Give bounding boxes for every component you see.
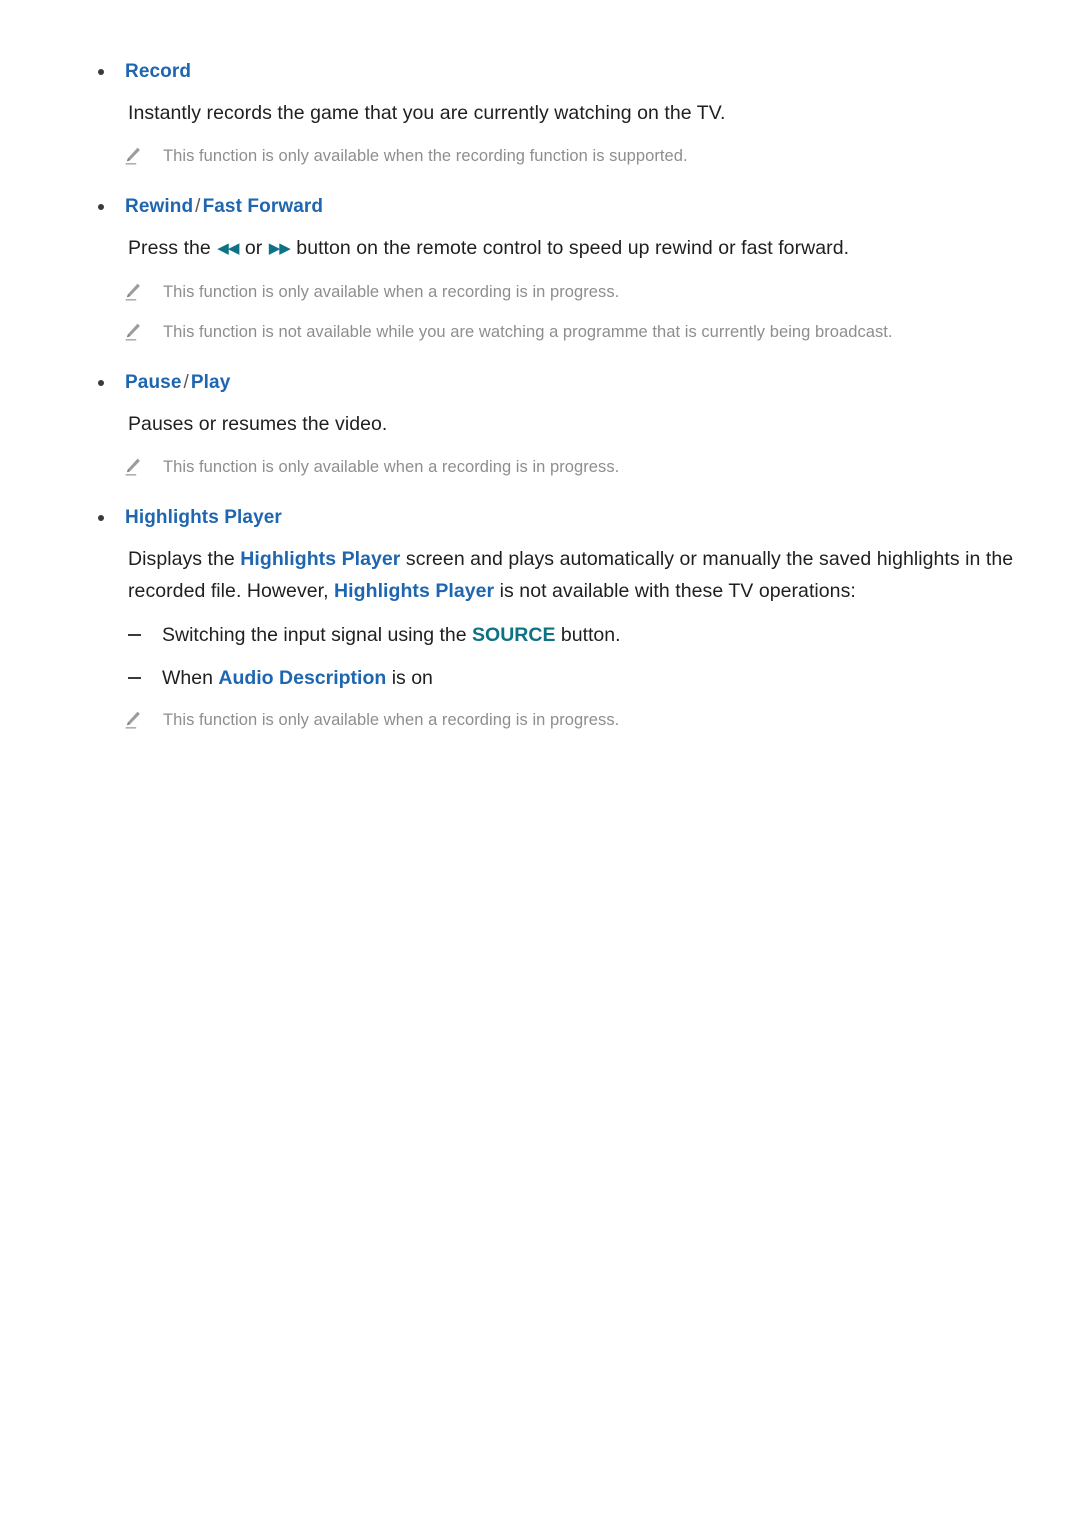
heading-label-fast-forward: Fast Forward (202, 196, 324, 217)
pencil-icon (122, 456, 144, 478)
note-text: This function is only available when a r… (163, 283, 620, 301)
pencil-icon (122, 145, 144, 167)
section-heading-pause-play: Pause / Play (0, 369, 1080, 397)
section-heading-highlights-player: Highlights Player (0, 504, 1080, 532)
heading-separator: / (183, 372, 189, 393)
bullet-dot-icon (98, 380, 104, 386)
inline-keyword-source: SOURCE (472, 624, 556, 646)
body-text-pause-play: Pauses or resumes the video. (128, 413, 388, 435)
body-text-highlights-player: Displays the Highlights Player screen an… (0, 543, 1080, 607)
note-text: This function is only available when a r… (163, 458, 620, 476)
body-segment-1: Displays the (128, 548, 241, 570)
note-text: This function is only available when a r… (163, 711, 620, 729)
section-heading-rewind-fast-forward: Rewind / Fast Forward (0, 193, 1080, 221)
pencil-icon (122, 281, 144, 303)
section-record: Record Instantly records the game that y… (0, 58, 1080, 169)
note-pause-1: This function is only available when a r… (0, 454, 1080, 480)
sub-item-text-after: button. (555, 624, 621, 646)
inline-keyword-highlights-player-1: Highlights Player (240, 548, 401, 570)
bullet-dot-icon (98, 515, 104, 521)
heading-label: Record (125, 61, 192, 82)
sub-item-text-before: Switching the input signal using the (162, 624, 473, 646)
section-highlights-player: Highlights Player Displays the Highlight… (0, 504, 1080, 733)
heading-label-play: Play (190, 372, 231, 393)
heading-label-rewind: Rewind (125, 196, 194, 217)
bullet-dot-icon (98, 69, 104, 75)
rewind-double-triangle-icon: ◀◀ (217, 240, 239, 257)
heading-label: Highlights Player (125, 507, 282, 528)
body-segment-after: button on the remote control to speed up… (290, 237, 850, 259)
inline-keyword-highlights-player-2: Highlights Player (334, 580, 495, 602)
body-text-record: Instantly records the game that you are … (128, 102, 726, 124)
section-pause-play: Pause / Play Pauses or resumes the video. … (0, 369, 1080, 480)
pencil-icon (122, 709, 144, 731)
note-text: This function is not available while you… (163, 323, 893, 341)
note-rewind-1: This function is only available when a r… (0, 279, 1080, 305)
sub-item-source: Switching the input signal using the SOU… (0, 620, 1080, 650)
sub-item-text-after: is on (386, 667, 433, 689)
fast-forward-double-triangle-icon: ▶▶ (268, 240, 291, 257)
note-record-1: This function is only available when the… (0, 143, 1080, 169)
dash-marker-icon (128, 677, 141, 679)
body-text-rewind-fast-forward: Press the ◀◀ or ▶▶ button on the remote … (0, 232, 1080, 265)
inline-keyword-audio-description: Audio Description (218, 667, 387, 689)
body-segment-3: is not available with these TV operation… (494, 580, 856, 602)
dash-marker-icon (128, 634, 141, 636)
bullet-dot-icon (98, 204, 104, 210)
sub-item-text-before: When (162, 667, 219, 689)
note-rewind-2: This function is not available while you… (0, 319, 1080, 345)
section-rewind-fast-forward: Rewind / Fast Forward Press the ◀◀ or ▶▶ b… (0, 193, 1080, 345)
sub-item-audio-description: When Audio Description is on (0, 663, 1080, 693)
page-content: Record Instantly records the game that y… (0, 58, 1080, 733)
heading-separator: / (195, 196, 201, 217)
note-highlights-1: This function is only available when a r… (0, 707, 1080, 733)
note-text: This function is only available when the… (163, 147, 688, 165)
section-heading-record: Record (0, 58, 1080, 86)
body-segment-before: Press the (128, 237, 217, 259)
manual-page: Record Instantly records the game that y… (0, 0, 1080, 1527)
body-segment-middle: or (239, 237, 268, 259)
heading-label-pause: Pause (125, 372, 182, 393)
pencil-icon (122, 321, 144, 343)
